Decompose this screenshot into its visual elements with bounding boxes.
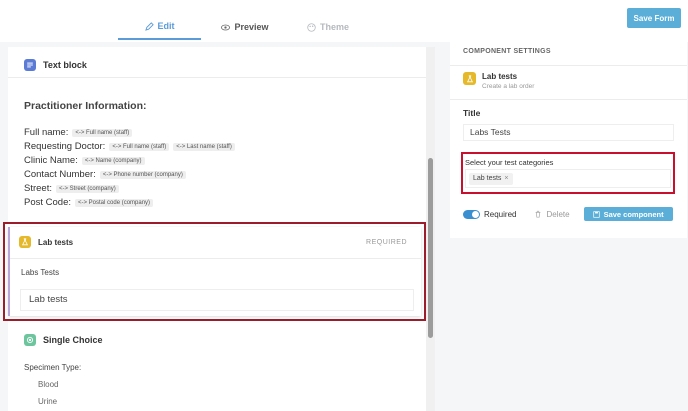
top-bar: Edit Preview Theme Save Form [0,0,688,42]
info-label: Post Code: [24,197,71,208]
tab-edit[interactable]: Edit [118,14,201,40]
info-label: Clinic Name: [24,155,78,166]
info-label: Full name: [24,127,69,138]
component-description: Create a lab order [482,83,535,90]
trash-icon [536,210,541,218]
scrollbar-thumb[interactable] [428,158,433,338]
info-label: Requesting Doctor: [24,141,106,152]
save-form-button[interactable]: Save Form [627,8,681,28]
option-blood[interactable]: Blood [38,380,58,389]
section-title: Practitioner Information: [24,100,147,112]
variable-tag: <-> Name (company) [81,156,145,165]
lab-tests-title: Lab tests [38,237,74,247]
tab-preview-label: Preview [234,22,269,32]
text-block-header[interactable]: Text block [24,59,87,71]
delete-label: Delete [546,209,570,219]
divider [8,77,433,78]
flask-icon [463,72,476,85]
divider [450,99,687,100]
category-chip[interactable]: Lab tests × [469,173,513,185]
editor-tabs: Edit Preview Theme [118,14,367,42]
title-label: Title [463,108,481,118]
text-block-icon [24,59,36,71]
tab-preview[interactable]: Preview [201,14,289,40]
lab-field-label: Labs Tests [21,268,60,277]
info-line-street: Street: <-> Street (company) [24,183,119,194]
panel-title: COMPONENT SETTINGS [463,48,551,55]
test-categories-highlight: Select your test categories Lab tests × [461,152,675,194]
chip-remove-icon[interactable]: × [504,173,508,185]
info-label: Contact Number: [24,169,96,180]
info-line-contact-number: Contact Number: <-> Phone number (compan… [24,169,186,180]
divider [450,65,687,66]
save-icon [592,210,600,218]
categories-multiselect[interactable]: Lab tests × [465,169,671,188]
lab-tests-block-highlight[interactable]: Lab tests REQUIRED Labs Tests Lab tests [3,222,426,321]
chip-label: Lab tests [473,175,502,182]
categories-label: Select your test categories [465,158,554,167]
component-actions: Required Delete Save component [463,207,673,221]
required-badge: REQUIRED [366,239,407,246]
text-block-title: Text block [43,60,87,70]
save-component-button[interactable]: Save component [583,207,673,221]
tab-theme[interactable]: Theme [289,14,367,40]
lab-tests-block[interactable]: Lab tests REQUIRED Labs Tests Lab tests [8,227,421,316]
palette-icon [307,22,316,32]
info-line-full-name: Full name: <-> Full name (staff) [24,127,133,138]
component-name: Lab tests [482,72,518,81]
variable-tag: <-> Last name (staff) [173,142,235,151]
pencil-icon [144,21,154,31]
component-info: Lab tests Create a lab order [463,72,534,90]
info-label: Street: [24,183,52,194]
eye-icon [221,24,231,30]
variable-tag: <-> Full name (staff) [72,128,133,137]
option-urine[interactable]: Urine [38,397,57,406]
lab-tests-input[interactable]: Lab tests [20,289,414,311]
radio-icon [24,334,36,346]
specimen-type-label: Specimen Type: [24,363,82,372]
info-line-post-code: Post Code: <-> Postal code (company) [24,197,154,208]
delete-button[interactable]: Delete [534,209,570,219]
tab-theme-label: Theme [319,22,349,32]
info-line-clinic-name: Clinic Name: <-> Name (company) [24,155,145,166]
variable-tag: <-> Postal code (company) [75,198,154,207]
single-choice-title: Single Choice [43,335,103,345]
variable-tag: <-> Phone number (company) [99,170,186,179]
save-component-label: Save component [603,209,664,219]
variable-tag: <-> Full name (staff) [109,142,170,151]
required-label: Required [484,209,517,219]
required-toggle[interactable] [463,209,480,219]
info-line-requesting-doctor: Requesting Doctor: <-> Full name (staff)… [24,141,235,152]
tab-edit-label: Edit [157,21,175,31]
component-settings-panel: COMPONENT SETTINGS Lab tests Create a la… [450,40,687,238]
flask-icon [19,236,31,248]
single-choice-header[interactable]: Single Choice [24,334,103,346]
title-input[interactable]: Labs Tests [463,124,674,141]
variable-tag: <-> Street (company) [56,184,119,193]
lab-tests-header: Lab tests [19,236,73,248]
divider [10,258,421,259]
